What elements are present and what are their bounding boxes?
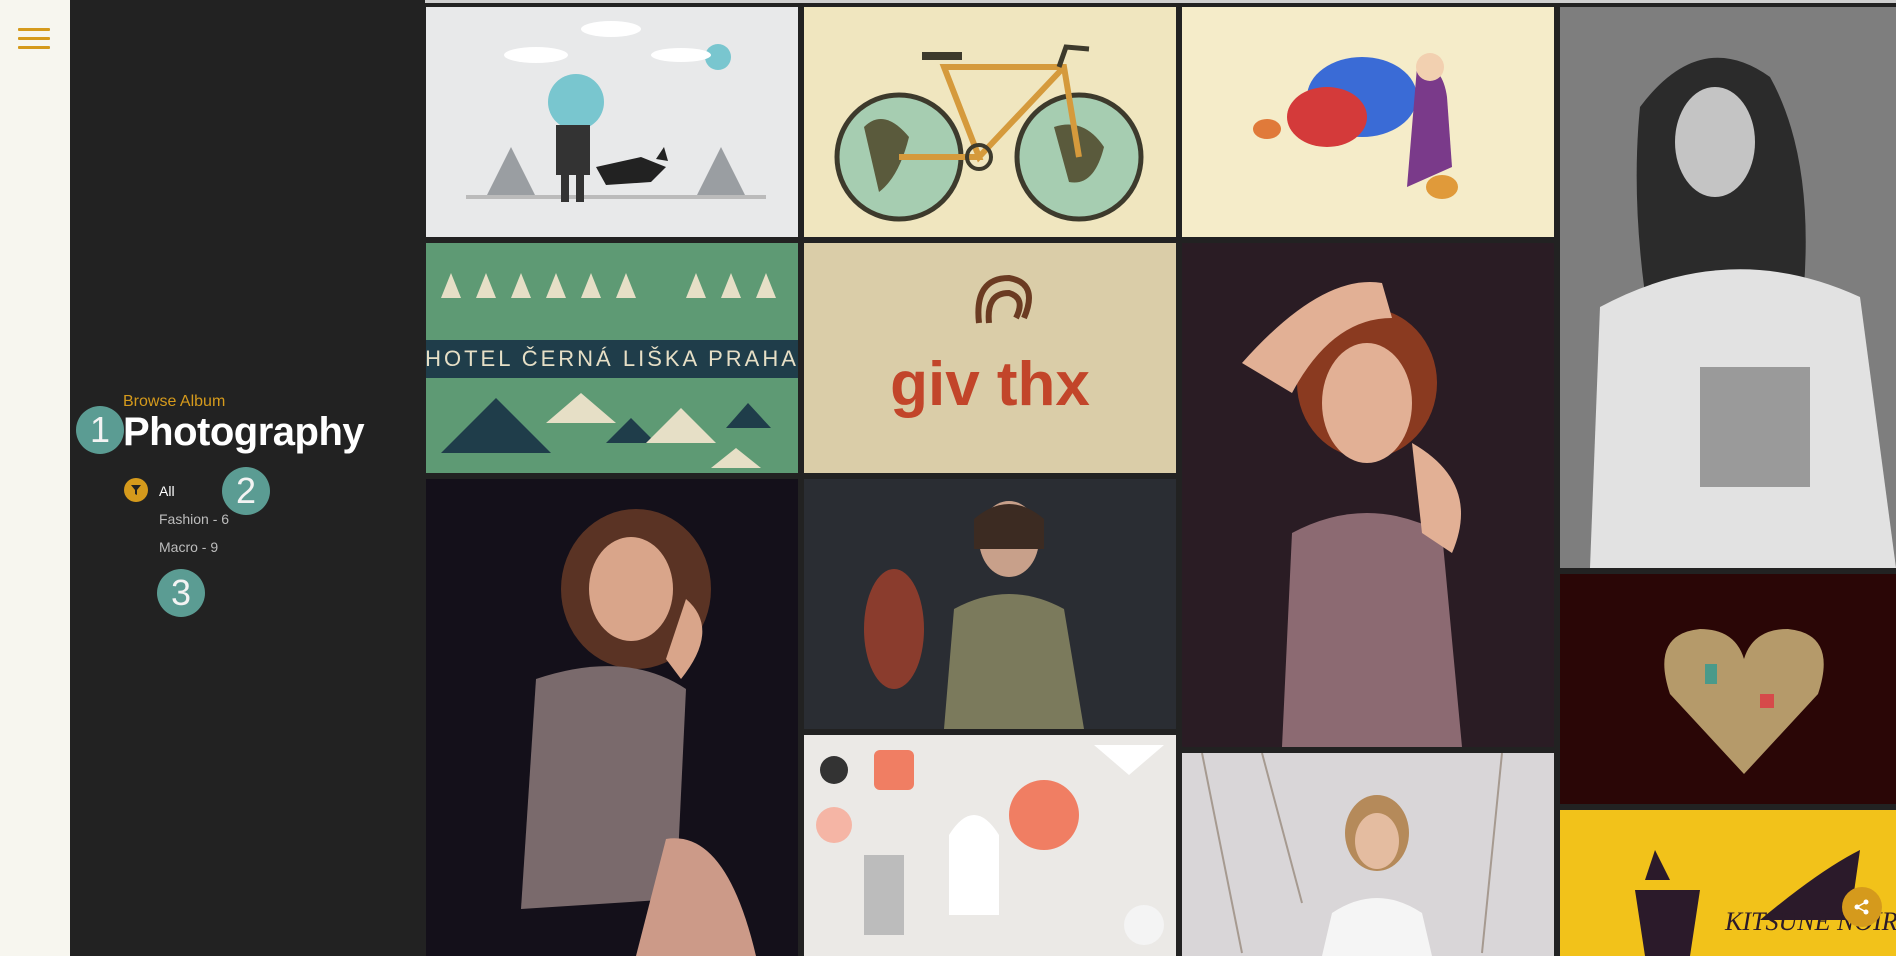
gallery-item-halloween[interactable]: [804, 735, 1176, 956]
gallery-item-woman-sitting[interactable]: [426, 479, 798, 956]
gallery-item-fox-illustration[interactable]: [426, 7, 798, 237]
hotel-caption: HOTEL ČERNÁ LIŠKA PRAHA: [426, 346, 798, 371]
album-title: Photography: [123, 410, 365, 454]
filter-icon[interactable]: [124, 478, 148, 502]
gallery-item-heart-city[interactable]: [1560, 574, 1896, 804]
callout-badge-1: 1: [76, 406, 124, 454]
gallery-item-bicycle-globe[interactable]: [804, 7, 1176, 237]
filter-all[interactable]: All: [159, 483, 175, 499]
filter-macro[interactable]: Macro - 9: [159, 539, 218, 555]
menu-rail: [0, 0, 70, 956]
gallery-item-givthx[interactable]: giv thx: [804, 243, 1176, 473]
callout-badge-3: 3: [157, 569, 205, 617]
hamburger-icon[interactable]: [18, 28, 50, 50]
callout-badge-2: 2: [222, 467, 270, 515]
gallery-item-hotel-poster[interactable]: HOTEL ČERNÁ LIŠKA PRAHA: [426, 243, 798, 473]
share-icon[interactable]: [1842, 887, 1882, 927]
givthx-text: giv thx: [890, 350, 1090, 419]
gallery-item-frogs[interactable]: [1182, 7, 1554, 237]
gallery-item-trench-coat[interactable]: [804, 479, 1176, 729]
filter-fashion[interactable]: Fashion - 6: [159, 511, 229, 527]
gallery-item-bw-portrait[interactable]: [1560, 7, 1896, 568]
gallery-item-kitsune-noir[interactable]: KITSUNE NOIR: [1560, 810, 1896, 956]
gallery-item-woman-white-dress[interactable]: [1182, 753, 1554, 956]
gallery-item-redhead-portrait[interactable]: [1182, 243, 1554, 747]
browse-album-label: Browse Album: [123, 393, 226, 410]
